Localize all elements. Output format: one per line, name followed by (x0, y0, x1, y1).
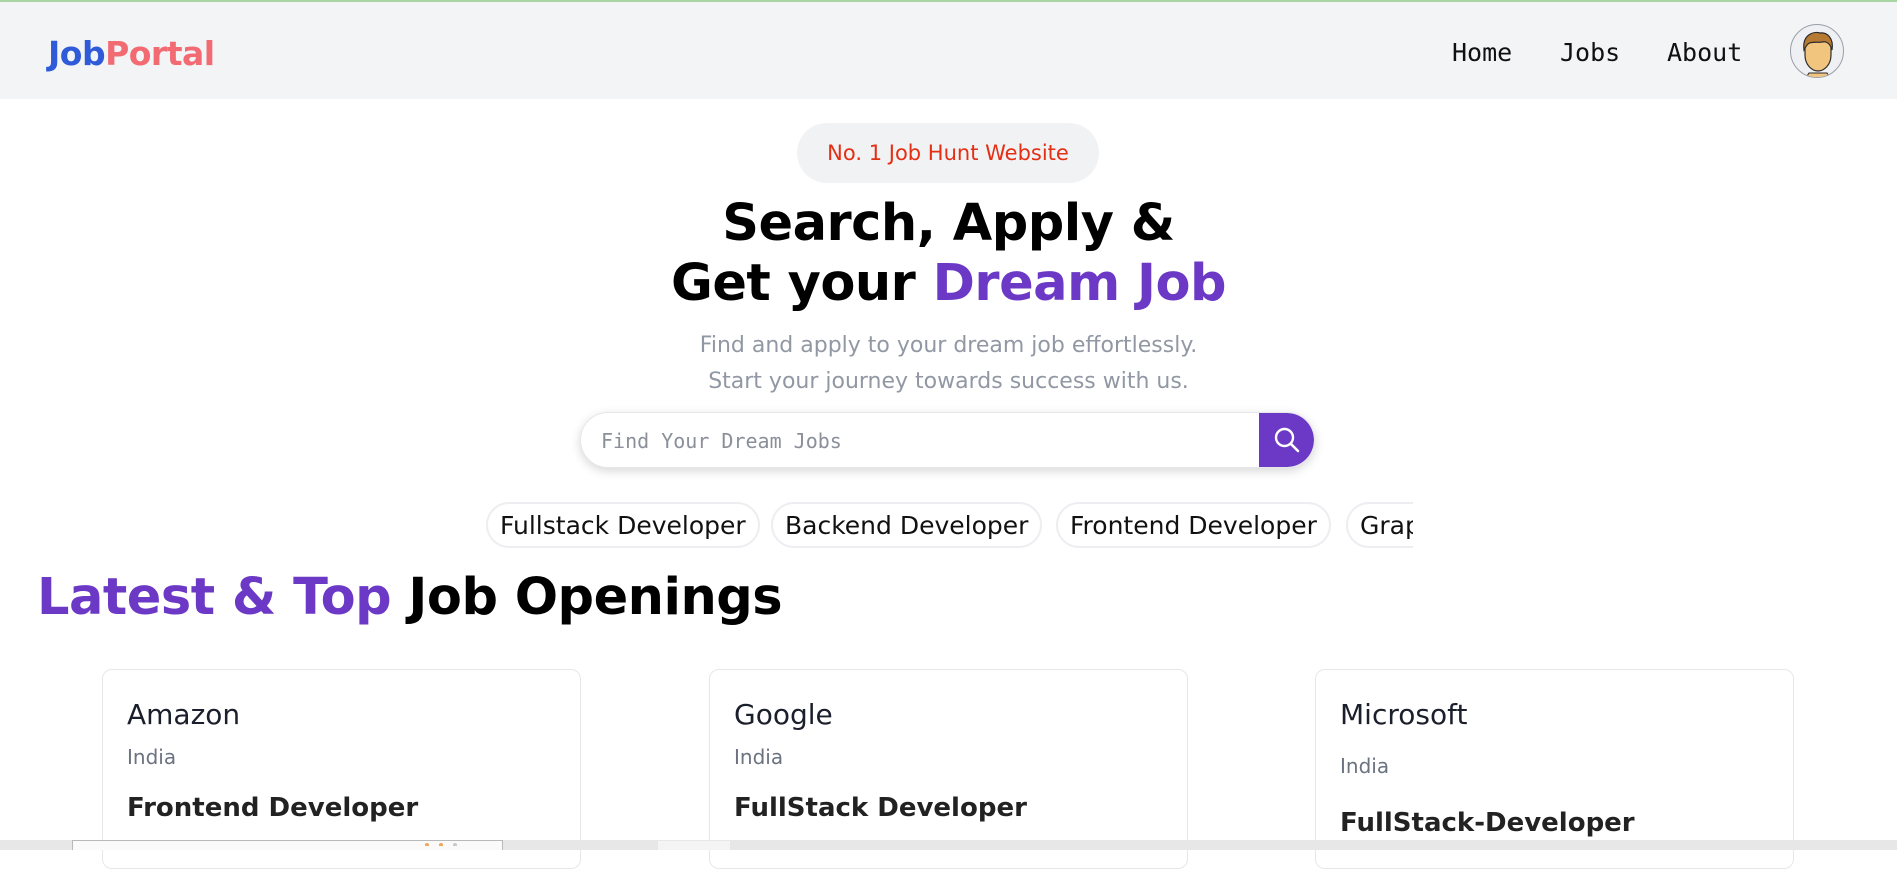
logo[interactable]: JobPortal (48, 34, 215, 73)
job-role: Frontend Developer (127, 793, 419, 823)
hero-title-line2: Get your Dream Job (0, 254, 1897, 313)
nav-link-about[interactable]: About (1667, 38, 1742, 67)
job-location: India (127, 745, 177, 769)
search-bar (580, 412, 1315, 468)
hero-subtitle-line2: Start your journey towards success with … (708, 369, 1189, 394)
job-company: Amazon (127, 698, 241, 731)
category-carousel: Fullstack Developer Backend Developer Fr… (486, 502, 1413, 550)
search-input[interactable] (599, 413, 1243, 467)
job-location: India (734, 745, 784, 769)
scrollbar-thumb[interactable] (658, 841, 730, 850)
job-company: Microsoft (1340, 698, 1468, 731)
hero-badge: No. 1 Job Hunt Website (797, 123, 1099, 183)
logo-part-job: Job (48, 34, 106, 73)
job-role: FullStack Developer (734, 793, 1027, 823)
logo-part-portal: Portal (105, 34, 215, 73)
section-title-rest: Job Openings (391, 568, 783, 627)
user-avatar-icon[interactable] (1790, 24, 1844, 78)
job-card[interactable]: Amazon India Frontend Developer (102, 669, 581, 869)
job-card[interactable]: Google India FullStack Developer (709, 669, 1188, 869)
overlay-panel-edge (72, 840, 503, 850)
avatar-face-icon (1803, 31, 1833, 77)
job-company: Google (734, 698, 833, 731)
job-role: FullStack-Developer (1340, 808, 1635, 838)
hero-title-prefix: Get your (670, 254, 933, 313)
search-button[interactable] (1259, 413, 1314, 467)
section-title: Latest & Top Job Openings (37, 568, 783, 627)
section-title-highlight: Latest & Top (37, 568, 392, 627)
category-chip[interactable]: Fullstack Developer (486, 502, 760, 548)
nav-link-jobs[interactable]: Jobs (1560, 38, 1620, 67)
hero-title-highlight: Dream Job (932, 254, 1227, 313)
navbar: JobPortal Home Jobs About (0, 2, 1897, 99)
nav-link-home[interactable]: Home (1452, 38, 1512, 67)
category-chip[interactable]: Frontend Developer (1056, 502, 1331, 548)
job-location: India (1340, 754, 1390, 778)
overlay-dots-icon (425, 843, 457, 846)
category-chip[interactable]: GraphQL Developer (1346, 502, 1413, 548)
hero-title-line1: Search, Apply & (722, 194, 1175, 253)
search-icon (1274, 427, 1299, 453)
category-chip[interactable]: Backend Developer (771, 502, 1043, 548)
job-card[interactable]: Microsoft India FullStack-Developer (1315, 669, 1794, 869)
hero-subtitle-line1: Find and apply to your dream job effortl… (699, 333, 1198, 358)
